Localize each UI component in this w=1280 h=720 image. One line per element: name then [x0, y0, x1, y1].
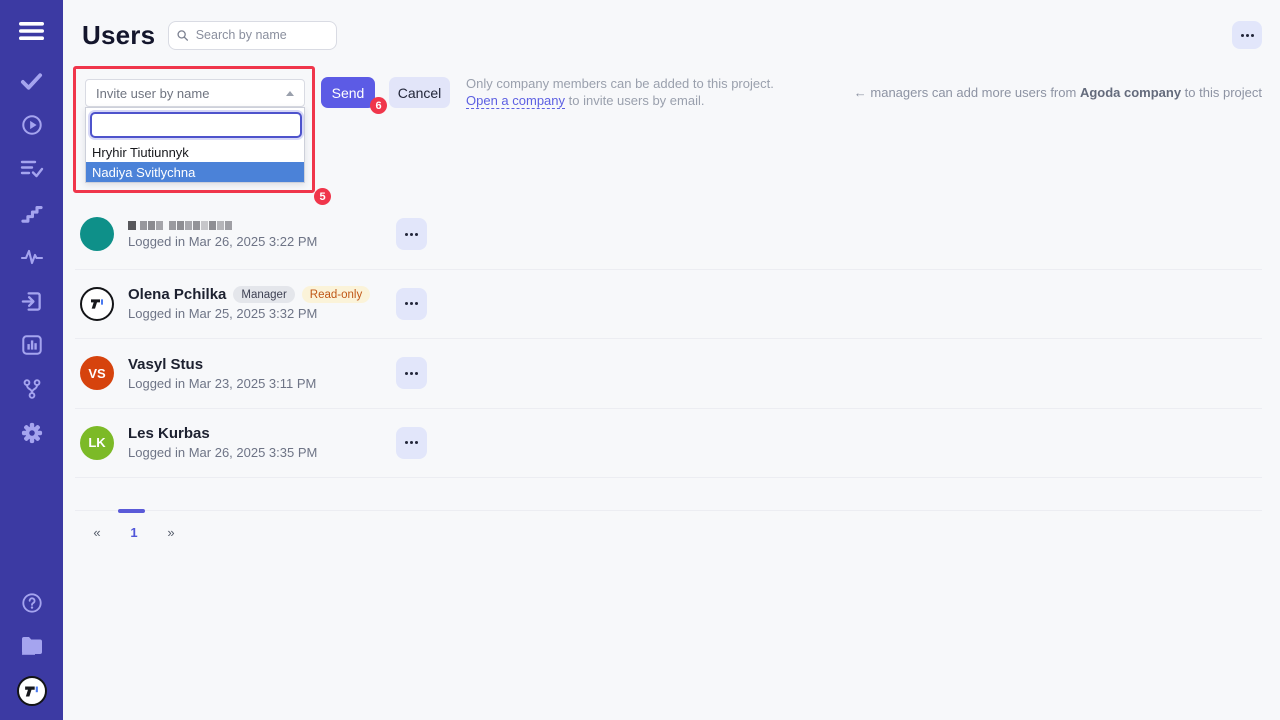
invite-dropdown-panel: Hryhir Tiutiunnyk Nadiya Svitlychna [85, 107, 305, 183]
pagination-next[interactable]: » [164, 525, 178, 540]
topbar: Users [82, 20, 1262, 50]
search-input[interactable] [196, 28, 329, 42]
redacted-name [128, 219, 396, 231]
info-line2-rest: to invite users by email. [565, 93, 704, 108]
projects-folder-icon[interactable] [19, 634, 45, 656]
info-line1: Only company members can be added to thi… [466, 76, 774, 91]
logged-in-text: Logged in Mar 26, 2025 3:35 PM [128, 445, 396, 460]
search-icon [177, 29, 188, 42]
activity-pulse-icon[interactable] [19, 246, 45, 268]
more-dots-icon [1241, 34, 1244, 37]
user-name: Vasyl Stus [128, 356, 203, 373]
pagination-page-1[interactable]: 1 [127, 525, 141, 540]
avatar-logo [80, 287, 114, 321]
user-name: Olena Pchilka [128, 286, 226, 303]
avatar: LK [80, 426, 114, 460]
main-content: Users 5 6 Invite user by name Hryhir Tiu… [63, 0, 1280, 720]
user-name: Les Kurbas [128, 425, 210, 442]
manager-badge: Manager [233, 286, 294, 303]
user-row: VS Vasyl Stus Logged in Mar 23, 2025 3:1… [75, 339, 1262, 409]
cancel-button[interactable]: Cancel [389, 77, 450, 108]
readonly-badge: Read-only [302, 286, 370, 303]
sidebar [0, 0, 63, 720]
pagination: « 1 » [75, 511, 1280, 540]
sidebar-bottom [17, 592, 47, 706]
avatar: VS [80, 356, 114, 390]
row-more-button[interactable] [396, 427, 427, 459]
help-icon[interactable] [19, 592, 45, 614]
invite-filter-input[interactable] [90, 112, 302, 138]
active-page-indicator [118, 509, 145, 513]
pagination-prev[interactable]: « [90, 525, 104, 540]
dropdown-option[interactable]: Hryhir Tiutiunnyk [86, 142, 304, 162]
invite-select-label: Invite user by name [96, 86, 209, 101]
open-company-link[interactable]: Open a company [466, 93, 565, 109]
user-row: Logged in Mar 26, 2025 3:22 PM [75, 200, 1262, 270]
send-button[interactable]: Send [321, 77, 375, 108]
test-plans-list-icon[interactable] [19, 158, 45, 180]
user-row: LK Les Kurbas Logged in Mar 26, 2025 3:3… [75, 409, 1262, 479]
user-row: Olena Pchilka Manager Read-only Logged i… [75, 270, 1262, 340]
avatar [80, 217, 114, 251]
user-list: Logged in Mar 26, 2025 3:22 PM Olena Pch… [75, 200, 1262, 478]
import-sign-in-icon[interactable] [19, 290, 45, 312]
managers-note: ← managers can add more users from Agoda… [854, 85, 1262, 100]
branches-icon[interactable] [19, 378, 45, 400]
chevron-up-icon [286, 91, 294, 96]
invite-info-text: Only company members can be added to thi… [466, 75, 774, 109]
tests-check-icon[interactable] [19, 70, 45, 92]
list-footer-divider [75, 478, 1262, 511]
invite-user-select[interactable]: Invite user by name [85, 79, 305, 107]
annotation-badge-5: 5 [314, 188, 331, 205]
runs-play-icon[interactable] [19, 114, 45, 136]
company-name: Agoda company [1080, 85, 1181, 100]
settings-gear-icon[interactable] [19, 422, 45, 444]
reports-chart-icon[interactable] [19, 334, 45, 356]
row-more-button[interactable] [396, 288, 427, 320]
logged-in-text: Logged in Mar 26, 2025 3:22 PM [128, 234, 396, 249]
page-more-button[interactable] [1232, 21, 1262, 49]
logged-in-text: Logged in Mar 23, 2025 3:11 PM [128, 376, 396, 391]
app-logo[interactable] [17, 676, 47, 706]
dropdown-option-selected[interactable]: Nadiya Svitlychna [86, 162, 304, 182]
annotation-badge-6: 6 [370, 97, 387, 114]
row-more-button[interactable] [396, 218, 427, 250]
milestones-stairs-icon[interactable] [19, 202, 45, 224]
hamburger-menu-icon[interactable] [19, 20, 45, 42]
row-more-button[interactable] [396, 357, 427, 389]
search-box[interactable] [168, 21, 337, 50]
invite-section: 5 6 Invite user by name Hryhir Tiutiunny… [63, 66, 1280, 200]
logged-in-text: Logged in Mar 25, 2025 3:32 PM [128, 306, 396, 321]
sidebar-nav [19, 70, 45, 444]
page-title: Users [82, 20, 155, 51]
